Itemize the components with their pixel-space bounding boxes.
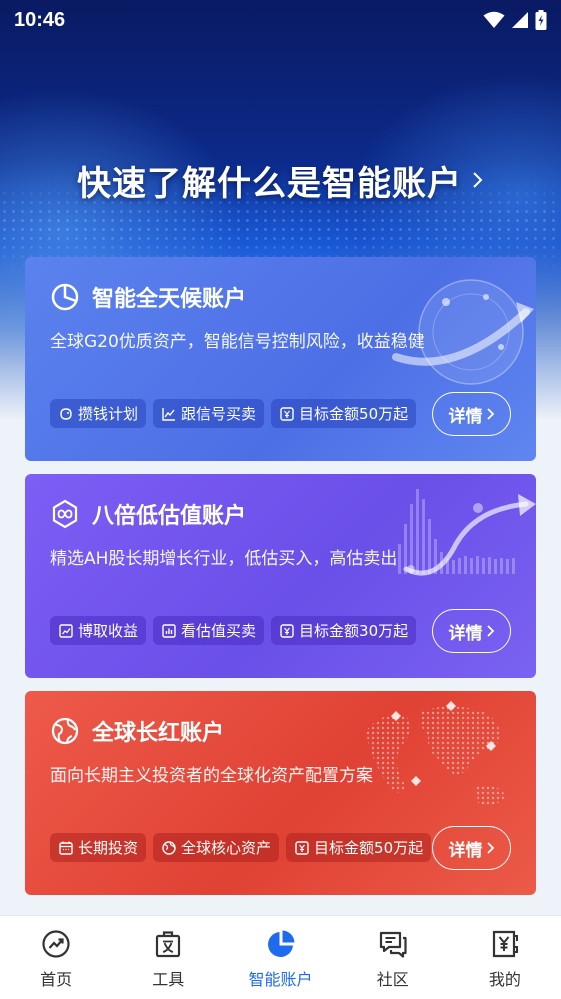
hero-title-link[interactable]: 快速了解什么是智能账户 <box>0 152 561 208</box>
tag-global-core-assets: 全球核心资产 <box>153 833 280 862</box>
toolbox-icon <box>152 928 184 960</box>
card-title: 八倍低估值账户 <box>92 504 247 529</box>
yen-note-icon <box>294 840 310 856</box>
chevron-right-icon <box>486 841 495 855</box>
yen-wallet-icon <box>489 928 521 960</box>
card-tags: 长期投资 全球核心资产 目标金额50万起 <box>50 833 432 862</box>
card-tags: 攒钱计划 跟信号买卖 目标金额50万起 <box>50 399 417 428</box>
card-title: 智能全天候账户 <box>92 287 247 312</box>
bottom-tab-bar: 首页 工具 智能账户 社区 我的 <box>0 915 561 999</box>
card-description: 精选AH股长期增长行业，低估买入，高估卖出 <box>50 549 398 569</box>
tab-smart-account[interactable]: 智能账户 <box>224 916 336 999</box>
tab-community[interactable]: 社区 <box>337 916 449 999</box>
account-card-all-weather[interactable]: 智能全天候账户 全球G20优质资产，智能信号控制风险，收益稳健 攒钱计划 跟信号… <box>25 257 536 461</box>
tab-label: 我的 <box>488 970 521 989</box>
details-button[interactable]: 详情 <box>432 826 511 870</box>
tab-home[interactable]: 首页 <box>0 916 112 999</box>
status-time: 10:46 <box>14 8 66 31</box>
chevron-right-icon <box>486 407 495 421</box>
yen-note-icon <box>279 623 295 639</box>
globe-icon <box>50 716 80 746</box>
line-chart-icon <box>161 406 177 422</box>
tab-label: 智能账户 <box>248 970 313 989</box>
card-title: 全球长红账户 <box>92 721 225 746</box>
card-description: 面向长期主义投资者的全球化资产配置方案 <box>50 766 373 786</box>
tag-long-term: 长期投资 <box>50 833 147 862</box>
tag-target-amount: 目标金额30万起 <box>271 616 417 645</box>
hero-title: 快速了解什么是智能账户 <box>77 163 462 204</box>
piggy-bank-icon <box>58 406 74 422</box>
tag-target-amount: 目标金额50万起 <box>286 833 432 862</box>
bar-wave-decoration <box>398 489 536 576</box>
signal-icon <box>512 12 528 28</box>
globe-icon <box>161 840 177 856</box>
chevron-right-icon <box>486 624 495 638</box>
card-tags: 博取收益 看估值买卖 目标金额30万起 <box>50 616 417 645</box>
tag-target-amount: 目标金额50万起 <box>271 399 417 428</box>
account-card-low-valuation[interactable]: 八倍低估值账户 精选AH股长期增长行业，低估买入，高估卖出 博取收益 看估值买卖… <box>25 474 536 678</box>
wifi-icon <box>483 11 505 28</box>
bar-chart-icon <box>161 623 177 639</box>
tag-follow-signal: 跟信号买卖 <box>153 399 265 428</box>
pie-chart-icon <box>265 928 297 960</box>
tab-label: 工具 <box>152 970 185 989</box>
tab-tools[interactable]: 工具 <box>112 916 224 999</box>
infinity-hexagon-icon <box>50 499 80 529</box>
details-button[interactable]: 详情 <box>432 609 511 653</box>
chat-icon <box>377 928 409 960</box>
yen-note-icon <box>279 406 295 422</box>
card-description: 全球G20优质资产，智能信号控制风险，收益稳健 <box>50 332 425 352</box>
tab-mine[interactable]: 我的 <box>449 916 561 999</box>
battery-icon <box>535 10 547 30</box>
tab-label: 首页 <box>40 970 73 989</box>
chevron-right-icon <box>472 170 484 190</box>
tag-savings-plan: 攒钱计划 <box>50 399 147 428</box>
tab-label: 社区 <box>376 970 409 989</box>
calendar-icon <box>58 840 74 856</box>
tag-seek-returns: 博取收益 <box>50 616 147 645</box>
pie-chart-icon <box>50 282 80 312</box>
tag-valuation-trading: 看估值买卖 <box>153 616 265 645</box>
status-bar: 10:46 <box>0 0 561 40</box>
details-button[interactable]: 详情 <box>432 392 511 436</box>
account-card-global-evergreen[interactable]: 全球长红账户 面向长期主义投资者的全球化资产配置方案 长期投资 全球核心资产 目… <box>25 691 536 895</box>
trend-chart-icon <box>58 623 74 639</box>
trend-circle-icon <box>40 928 72 960</box>
status-icons <box>483 10 547 30</box>
